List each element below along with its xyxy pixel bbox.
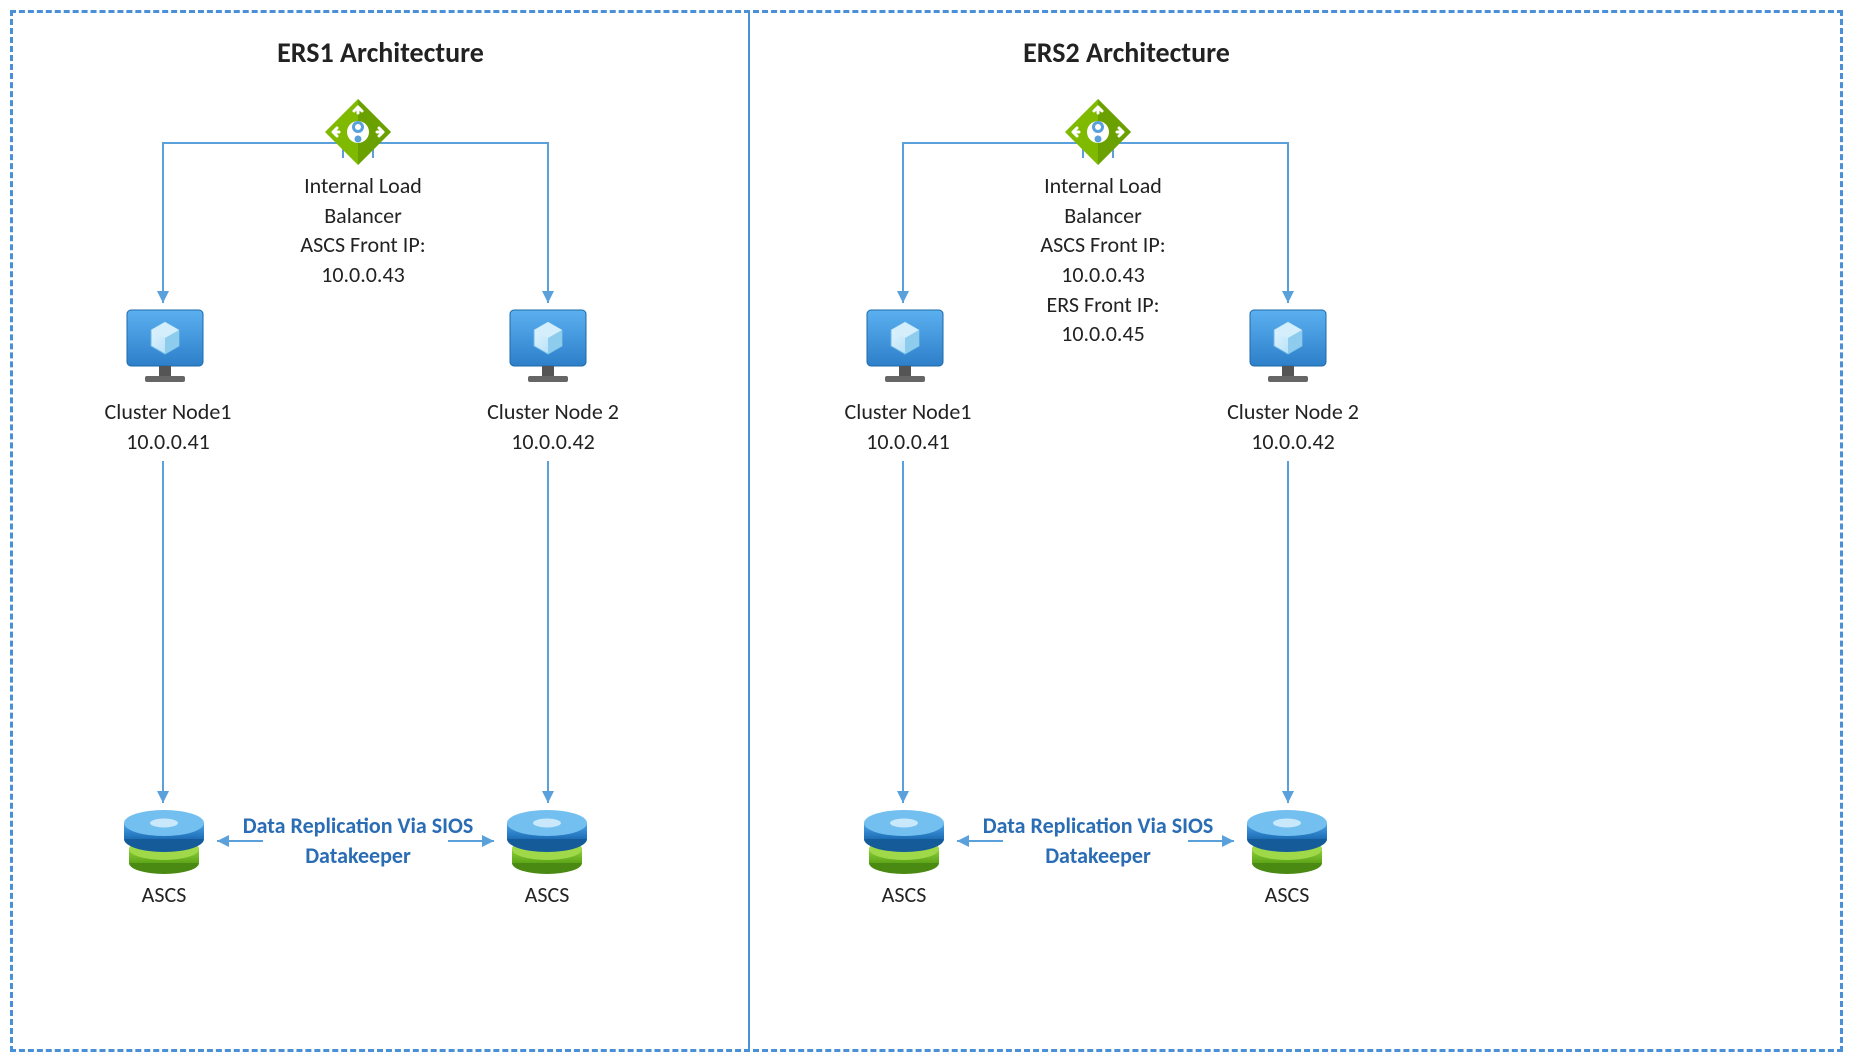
replication-arrows-ers2 (753, 13, 1493, 913)
panel-ers1: ERS1 Architecture Internal Load Balancer… (10, 10, 750, 1052)
replication-label-ers2: Data Replication Via SIOS Datakeeper (978, 811, 1218, 870)
replication-label-ers1: Data Replication Via SIOS Datakeeper (238, 811, 478, 870)
panel-ers2: ERS2 Architecture Internal Load Balancer… (753, 10, 1843, 1052)
replication-arrows-ers1 (13, 13, 753, 913)
